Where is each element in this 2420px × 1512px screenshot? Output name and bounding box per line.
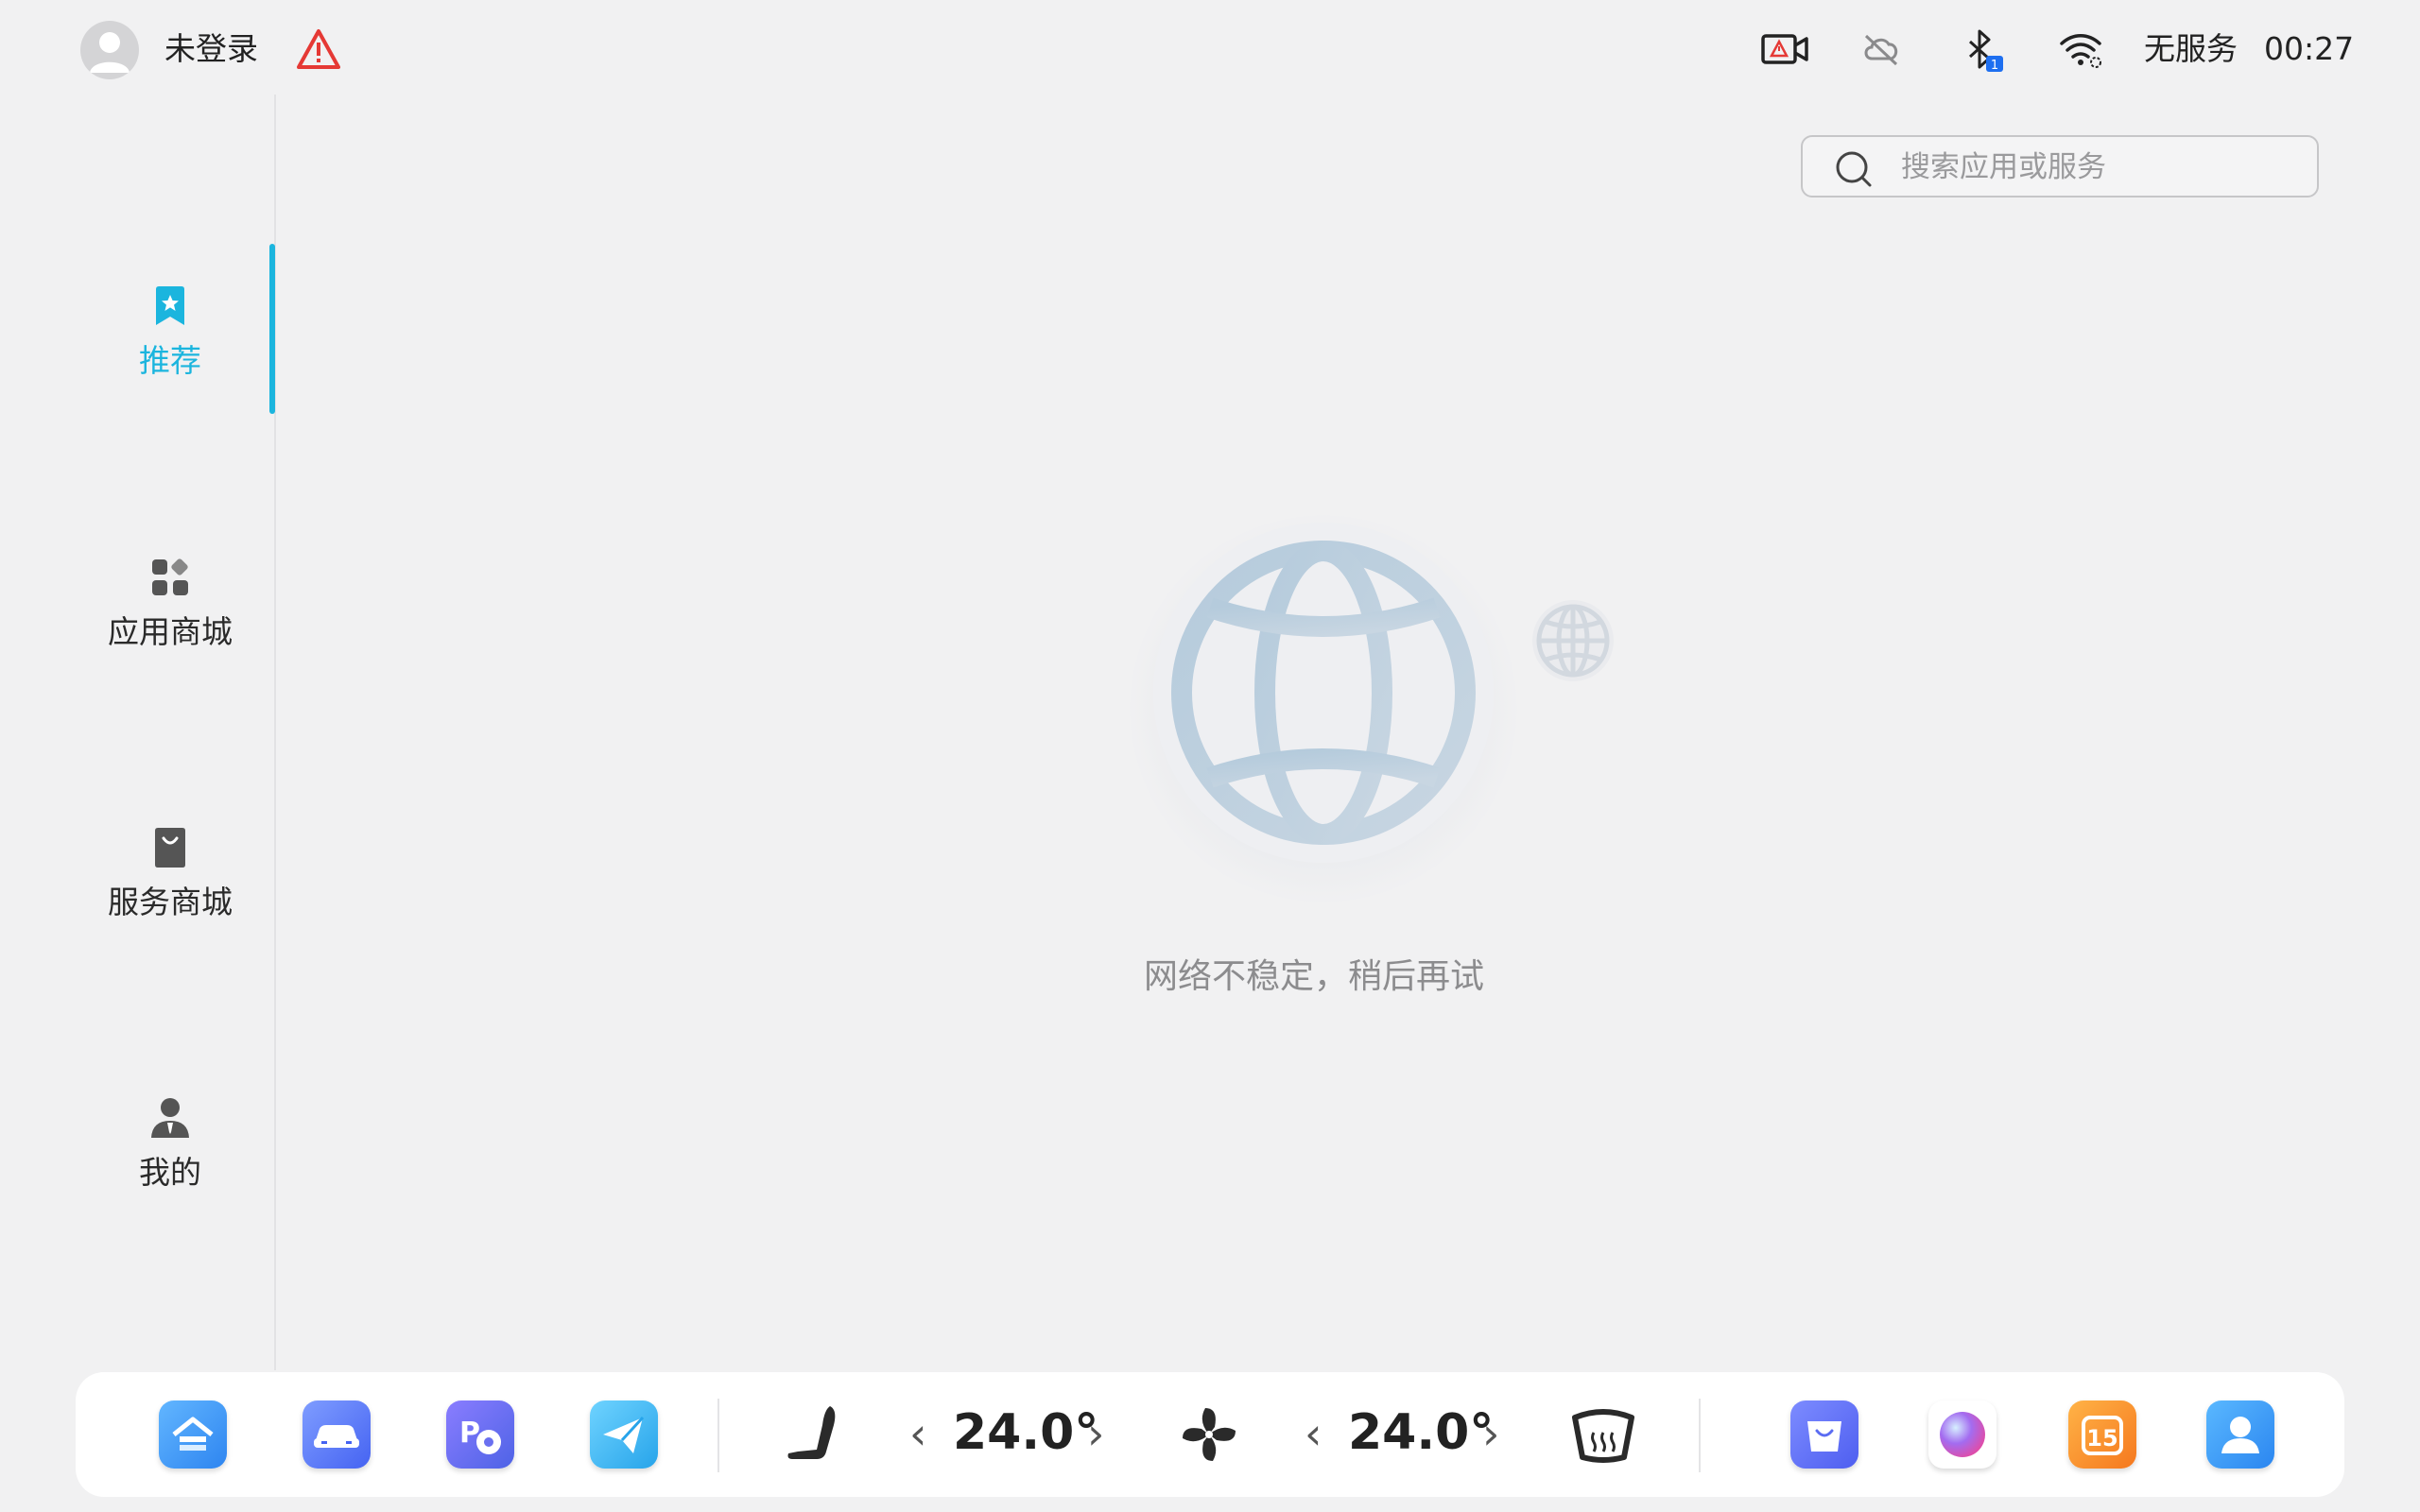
bluetooth-badge: 1 <box>1991 59 1998 73</box>
cloud-off-icon[interactable] <box>1860 28 1904 70</box>
parking-app-icon[interactable]: P <box>446 1400 514 1469</box>
seat-icon[interactable] <box>783 1402 843 1470</box>
sidebar-item-label: 应用商城 <box>108 613 233 650</box>
search-placeholder: 搜索应用或服务 <box>1901 150 2106 184</box>
sidebar-item-recommend[interactable]: 推荐 <box>76 284 265 380</box>
left-temp-value: 24.0° <box>953 1404 1099 1461</box>
bluetooth-icon[interactable]: 1 <box>1961 28 2006 73</box>
globe-icon <box>1153 523 1494 863</box>
sidebar-item-app-store[interactable]: 应用商城 <box>76 555 265 651</box>
app-store-icon[interactable] <box>1790 1400 1858 1469</box>
dock-separator <box>1699 1399 1701 1472</box>
right-temp-decrease-button[interactable]: ‹ <box>1305 1410 1322 1457</box>
clock: 00:27 <box>2264 30 2355 67</box>
rear-defrost-icon[interactable] <box>1569 1404 1637 1469</box>
navigation-app-icon[interactable] <box>590 1400 658 1469</box>
user-icon <box>151 1098 189 1138</box>
sidebar-active-indicator <box>269 244 275 414</box>
right-temp-increase-button[interactable]: › <box>1482 1410 1499 1457</box>
left-temp-increase-button[interactable]: › <box>1087 1410 1104 1457</box>
right-temp-value: 24.0° <box>1348 1404 1495 1461</box>
shopping-bag-icon <box>155 828 185 868</box>
default-avatar-icon <box>90 32 130 73</box>
contacts-app-icon[interactable] <box>2206 1400 2274 1469</box>
sidebar-item-label: 我的 <box>139 1154 201 1191</box>
home-app-icon[interactable] <box>159 1400 227 1469</box>
avatar[interactable] <box>80 21 139 79</box>
sidebar-item-mine[interactable]: 我的 <box>76 1095 265 1192</box>
sidebar-item-label: 推荐 <box>139 342 201 379</box>
calendar-day: 15 <box>2086 1425 2118 1452</box>
dock-separator <box>717 1399 719 1472</box>
bookmark-star-icon <box>156 286 184 325</box>
search-icon <box>1836 151 1872 187</box>
apps-grid-icon <box>152 558 188 595</box>
warning-icon[interactable] <box>297 28 340 70</box>
search-input[interactable]: 搜索应用或服务 <box>1801 135 2319 198</box>
network-status: 无服务 <box>2144 30 2238 67</box>
sidebar-item-label: 服务商城 <box>108 884 233 920</box>
left-temp-decrease-button[interactable]: ‹ <box>909 1410 926 1457</box>
fan-icon[interactable] <box>1177 1402 1241 1470</box>
car-app-icon[interactable] <box>302 1400 371 1469</box>
sidebar-item-service-store[interactable]: 服务商城 <box>76 825 265 921</box>
login-status-label[interactable]: 未登录 <box>164 30 258 68</box>
wifi-icon[interactable] <box>2058 28 2103 70</box>
empty-state-message: 网络不稳定，稍后再试 <box>1143 957 1484 996</box>
calendar-app-icon[interactable]: 15 <box>2068 1400 2136 1469</box>
voice-assistant-icon[interactable] <box>1928 1400 1996 1469</box>
dashcam-error-icon[interactable] <box>1760 28 1809 70</box>
small-globe-icon <box>1532 600 1614 681</box>
